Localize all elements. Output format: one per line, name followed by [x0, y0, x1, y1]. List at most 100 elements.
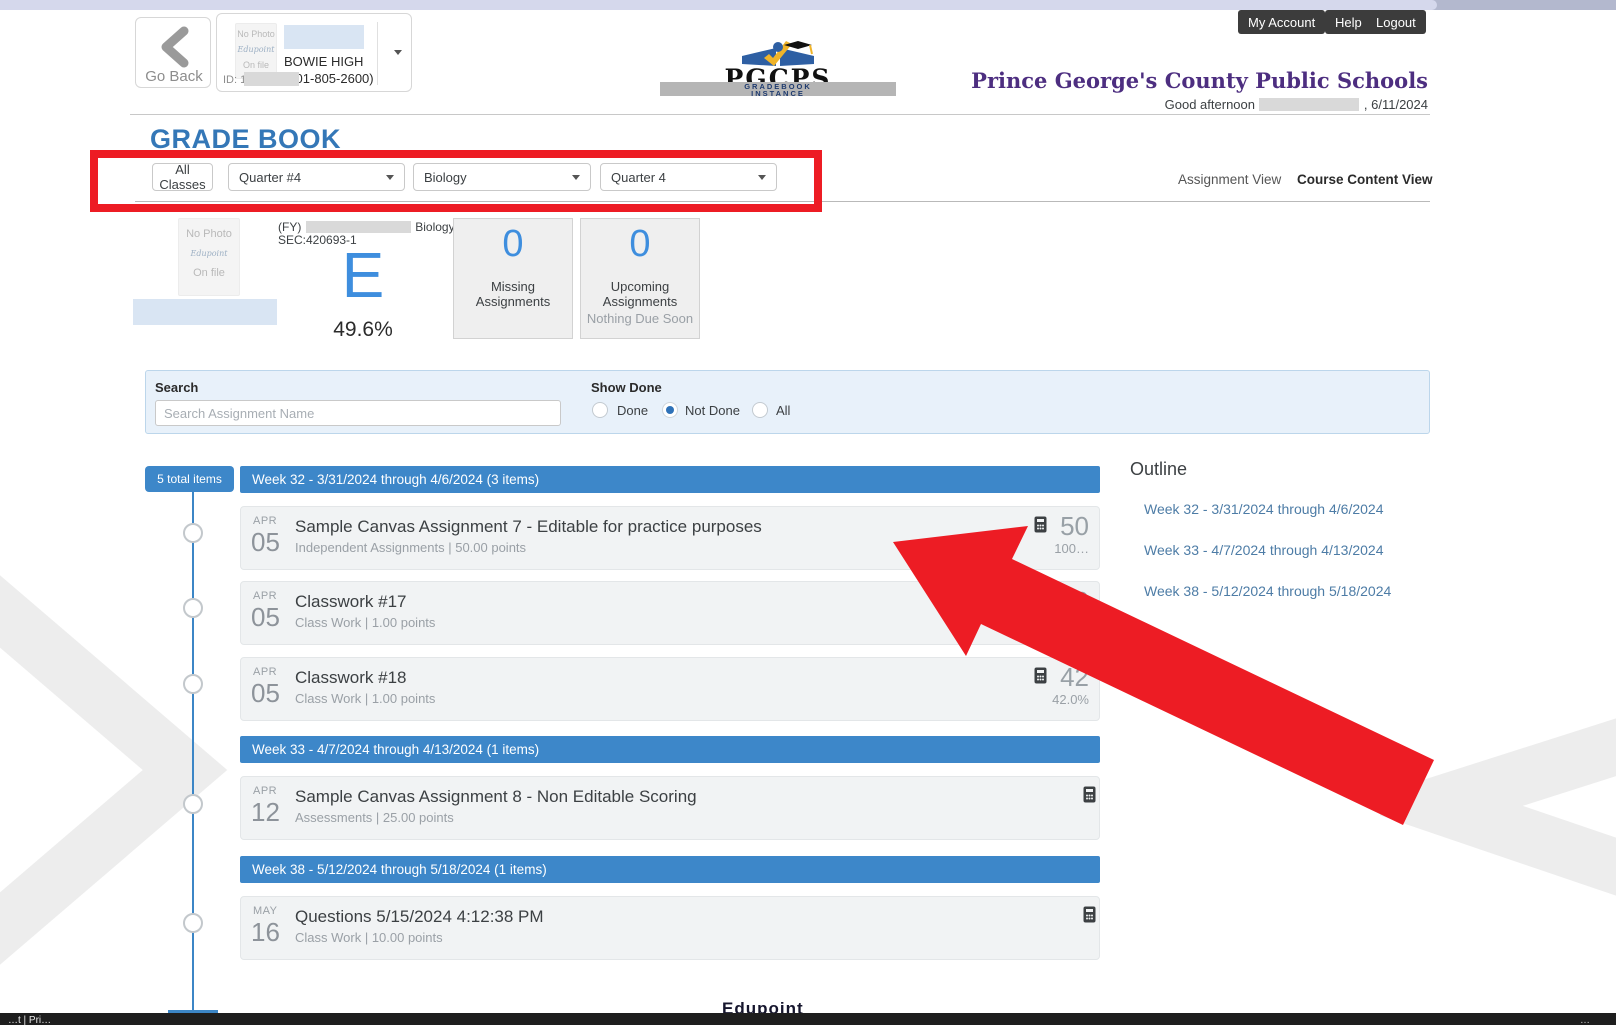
- assignment-day: 12: [251, 797, 280, 828]
- missing-label: Missing Assignments: [454, 279, 572, 309]
- assignment-title[interactable]: Classwork #17: [295, 592, 407, 612]
- outline-title: Outline: [1130, 459, 1187, 480]
- upcoming-assignments-card: 0 Upcoming Assignments Nothing Due Soon: [580, 218, 700, 339]
- no-photo-label: No Photo: [179, 228, 239, 240]
- timeline-node: [183, 794, 203, 814]
- edupoint-logo: Edupoint: [236, 45, 276, 54]
- outline-link-week32[interactable]: Week 32 - 3/31/2024 through 4/6/2024: [1144, 501, 1383, 517]
- term-dropdown[interactable]: Quarter 4: [600, 163, 777, 191]
- class-dropdown-value: Biology: [424, 170, 467, 185]
- page-title: GRADE BOOK: [150, 124, 341, 155]
- assignment-title[interactable]: Questions 5/15/2024 4:12:38 PM: [295, 907, 544, 927]
- redaction-box-greeting-name: [1259, 98, 1359, 111]
- assignment-day: 05: [251, 602, 280, 633]
- assignment-month: APR: [253, 785, 277, 797]
- upcoming-label: Upcoming Assignments: [581, 279, 699, 309]
- assignment-day: 16: [251, 917, 280, 948]
- assignment-score: 50: [989, 586, 1089, 617]
- gradebook-page: Go Back No Photo Edupoint On file BOWIE …: [0, 0, 1616, 1025]
- assignment-row[interactable]: APR 05 Sample Canvas Assignment 7 - Edit…: [240, 506, 1100, 570]
- top-scrollbar-thumb[interactable]: [0, 0, 1437, 10]
- assignment-row[interactable]: APR 05 Classwork #18 Class Work | 1.00 p…: [240, 657, 1100, 721]
- class-term: (FY): [278, 220, 301, 234]
- redaction-box-student-name2: [133, 299, 277, 325]
- missing-count: 0: [454, 223, 572, 266]
- no-photo-label: No Photo: [236, 29, 276, 39]
- week-header-32: Week 32 - 3/31/2024 through 4/6/2024 (3 …: [240, 466, 1100, 493]
- greeting-prefix: Good afternoon: [1165, 97, 1255, 112]
- greeting: Good afternoon , 6/11/2024: [828, 96, 1428, 114]
- upcoming-sub: Nothing Due Soon: [581, 311, 699, 326]
- assignment-title[interactable]: Sample Canvas Assignment 7 - Editable fo…: [295, 517, 762, 537]
- assignment-day: 05: [251, 678, 280, 709]
- show-done-label: Show Done: [591, 380, 662, 395]
- greeting-suffix: , 6/11/2024: [1364, 97, 1428, 112]
- calculator-icon: [1083, 906, 1096, 923]
- radio-not-done-label[interactable]: Not Done: [685, 403, 740, 418]
- my-account-button[interactable]: My Account: [1238, 10, 1325, 34]
- header-divider: [130, 114, 1430, 115]
- assignment-row[interactable]: APR 05 Classwork #17 Class Work | 1.00 p…: [240, 581, 1100, 645]
- timeline-node: [183, 913, 203, 933]
- go-back-button[interactable]: Go Back: [135, 17, 211, 88]
- tab-course-content-view[interactable]: Course Content View: [1297, 172, 1433, 187]
- card-divider: [377, 22, 378, 85]
- logout-button[interactable]: Logout: [1366, 10, 1426, 34]
- assignment-meta: Assessments | 25.00 points: [295, 810, 454, 825]
- all-classes-button[interactable]: All Classes: [152, 163, 213, 191]
- assignment-month: MAY: [253, 905, 278, 917]
- back-chevron-icon: [158, 26, 190, 68]
- upcoming-label-line1: Upcoming: [611, 279, 670, 294]
- on-file-label: On file: [236, 60, 276, 70]
- term-dropdown-value: Quarter 4: [611, 170, 666, 185]
- quarter-dropdown[interactable]: Quarter #4: [228, 163, 405, 191]
- assignment-title[interactable]: Classwork #18: [295, 668, 407, 688]
- outline-link-week38[interactable]: Week 38 - 5/12/2024 through 5/18/2024: [1144, 583, 1391, 599]
- assignment-percent: 100…: [989, 541, 1089, 556]
- assignment-score: 42: [989, 662, 1089, 693]
- missing-assignments-card: 0 Missing Assignments: [453, 218, 573, 339]
- chevron-down-icon: [758, 175, 766, 180]
- student-dropdown-caret-icon[interactable]: [394, 50, 402, 55]
- assignment-row[interactable]: APR 12 Sample Canvas Assignment 8 - Non …: [240, 776, 1100, 840]
- radio-not-done[interactable]: [662, 402, 678, 418]
- class-photo-placeholder: No Photo Edupoint On file: [178, 218, 240, 296]
- radio-all[interactable]: [752, 402, 768, 418]
- search-label: Search: [155, 380, 198, 395]
- timeline-line: [192, 492, 194, 1013]
- class-dropdown[interactable]: Biology: [413, 163, 591, 191]
- chevron-down-icon: [572, 175, 580, 180]
- edupoint-logo: Edupoint: [179, 249, 239, 258]
- student-id-prefix: ID: 1: [223, 74, 246, 86]
- radio-all-label[interactable]: All: [776, 403, 790, 418]
- radio-done[interactable]: [592, 402, 608, 418]
- assignment-meta: Class Work | 10.00 points: [295, 930, 443, 945]
- search-panel: Search Show Done Done Not Done All: [145, 370, 1430, 434]
- calculator-icon: [1083, 786, 1096, 803]
- watermark-right-chevron: [1380, 700, 1616, 920]
- assignment-row[interactable]: MAY 16 Questions 5/15/2024 4:12:38 PM Cl…: [240, 896, 1100, 960]
- go-back-label: Go Back: [136, 68, 212, 85]
- total-items-badge: 5 total items: [145, 466, 234, 492]
- tab-assignment-view[interactable]: Assignment View: [1178, 172, 1281, 187]
- search-input[interactable]: [155, 400, 561, 426]
- on-file-label: On file: [179, 267, 239, 279]
- footer-left-links[interactable]: …t | Pri…: [8, 1015, 51, 1025]
- timeline-node: [183, 674, 203, 694]
- assignment-month: APR: [253, 515, 277, 527]
- week-header-33: Week 33 - 4/7/2024 through 4/13/2024 (1 …: [240, 736, 1100, 763]
- footer-bar: [0, 1013, 1616, 1025]
- outline-link-week33[interactable]: Week 33 - 4/7/2024 through 4/13/2024: [1144, 542, 1383, 558]
- district-title: Prince George's County Public Schools: [628, 68, 1428, 93]
- upcoming-count: 0: [581, 223, 699, 266]
- radio-done-label[interactable]: Done: [617, 403, 648, 418]
- chevron-down-icon: [386, 175, 394, 180]
- help-button[interactable]: Help: [1325, 10, 1372, 34]
- assignment-day: 05: [251, 527, 280, 558]
- tabs-divider: [135, 201, 1430, 202]
- quarter-dropdown-value: Quarter #4: [239, 170, 301, 185]
- assignment-title[interactable]: Sample Canvas Assignment 8 - Non Editabl…: [295, 787, 697, 807]
- assignment-meta: Class Work | 1.00 points: [295, 691, 435, 706]
- student-selector-card[interactable]: No Photo Edupoint On file BOWIE HIGH (30…: [216, 13, 412, 92]
- assignment-score: 50: [989, 511, 1089, 542]
